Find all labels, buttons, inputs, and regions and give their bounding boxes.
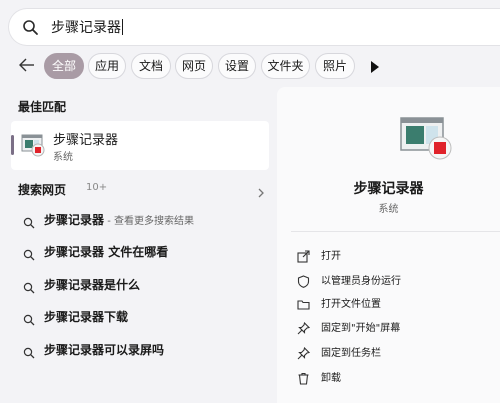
web-suggestion-item[interactable]: 步骤记录器可以录屏吗 (18, 339, 268, 361)
suggestion-rest-text: 文件在哪看 (104, 245, 169, 259)
search-icon (23, 214, 35, 236)
pin-icon (297, 346, 311, 367)
tab-apps[interactable]: 应用 (88, 53, 126, 79)
web-suggestion-item[interactable]: 步骤记录器 - 查看更多搜索结果 (18, 209, 268, 231)
suggestion-rest-text: 下载 (104, 310, 129, 324)
divider (291, 231, 500, 232)
suggestion-bold-text: 步骤记录器 (44, 278, 105, 292)
best-match-category: 系统 (53, 152, 73, 163)
folder-icon (297, 298, 310, 318)
web-suggestion-item[interactable]: 步骤记录器 文件在哪看 (18, 241, 268, 263)
pin-icon (297, 321, 311, 342)
action-label: 固定到任务栏 (321, 348, 381, 359)
action-label: 固定到"开始"屏幕 (321, 323, 401, 334)
best-match-title: 最佳匹配 (18, 100, 67, 114)
shield-icon (297, 275, 310, 295)
web-search-header[interactable]: 搜索网页 10+ (18, 181, 268, 198)
suggestion-bold-text: 步骤记录器 (44, 245, 105, 259)
suggestion-rest-text: 可以录屏吗 (104, 343, 165, 357)
suggestion-hint: - 查看更多搜索结果 (104, 216, 194, 227)
back-arrow-icon[interactable] (18, 56, 36, 74)
action-label: 打开 (321, 251, 341, 262)
best-match-name: 步骤记录器 (53, 133, 119, 148)
suggestion-bold-text: 步骤记录器 (44, 213, 105, 227)
search-icon (23, 246, 35, 268)
trash-icon (297, 372, 310, 392)
search-icon (23, 279, 35, 301)
search-icon (22, 19, 39, 40)
selection-indicator (11, 135, 14, 155)
detail-pane: 步骤记录器 系统 打开 以管理员身份运行 打开文件位置 固定到"开始"屏幕 固定… (277, 87, 500, 403)
search-icon (23, 311, 35, 333)
suggestion-bold-text: 步骤记录器 (44, 310, 105, 324)
chevron-right-icon (258, 183, 265, 202)
search-icon (23, 344, 35, 366)
search-box[interactable]: 步骤记录器 (8, 8, 500, 46)
action-label: 打开文件位置 (321, 299, 381, 310)
action-label: 以管理员身份运行 (321, 276, 401, 287)
web-result-count: 10+ (86, 182, 108, 193)
web-search-title: 搜索网页 (18, 183, 67, 197)
steps-recorder-icon (21, 133, 45, 161)
open-icon (297, 250, 310, 270)
tab-documents[interactable]: 文档 (131, 53, 171, 79)
text-caret (122, 19, 123, 35)
action-label: 卸载 (321, 373, 341, 384)
steps-recorder-icon (399, 115, 453, 165)
detail-app-name: 步骤记录器 (353, 181, 424, 197)
best-match-item[interactable]: 步骤记录器 系统 (11, 121, 269, 170)
suggestion-bold-text: 步骤记录器 (44, 343, 105, 357)
tab-web[interactable]: 网页 (175, 53, 213, 79)
tab-settings[interactable]: 设置 (218, 53, 256, 79)
search-input[interactable]: 步骤记录器 (51, 18, 123, 38)
tab-photos[interactable]: 照片 (315, 53, 355, 79)
web-suggestion-item[interactable]: 步骤记录器下载 (18, 306, 268, 328)
more-tabs-icon[interactable] (370, 58, 380, 77)
detail-app-category: 系统 (378, 204, 399, 215)
suggestion-rest-text: 是什么 (104, 278, 141, 292)
tab-all[interactable]: 全部 (44, 53, 84, 79)
web-suggestion-item[interactable]: 步骤记录器是什么 (18, 274, 268, 296)
tab-folders[interactable]: 文件夹 (261, 53, 310, 79)
